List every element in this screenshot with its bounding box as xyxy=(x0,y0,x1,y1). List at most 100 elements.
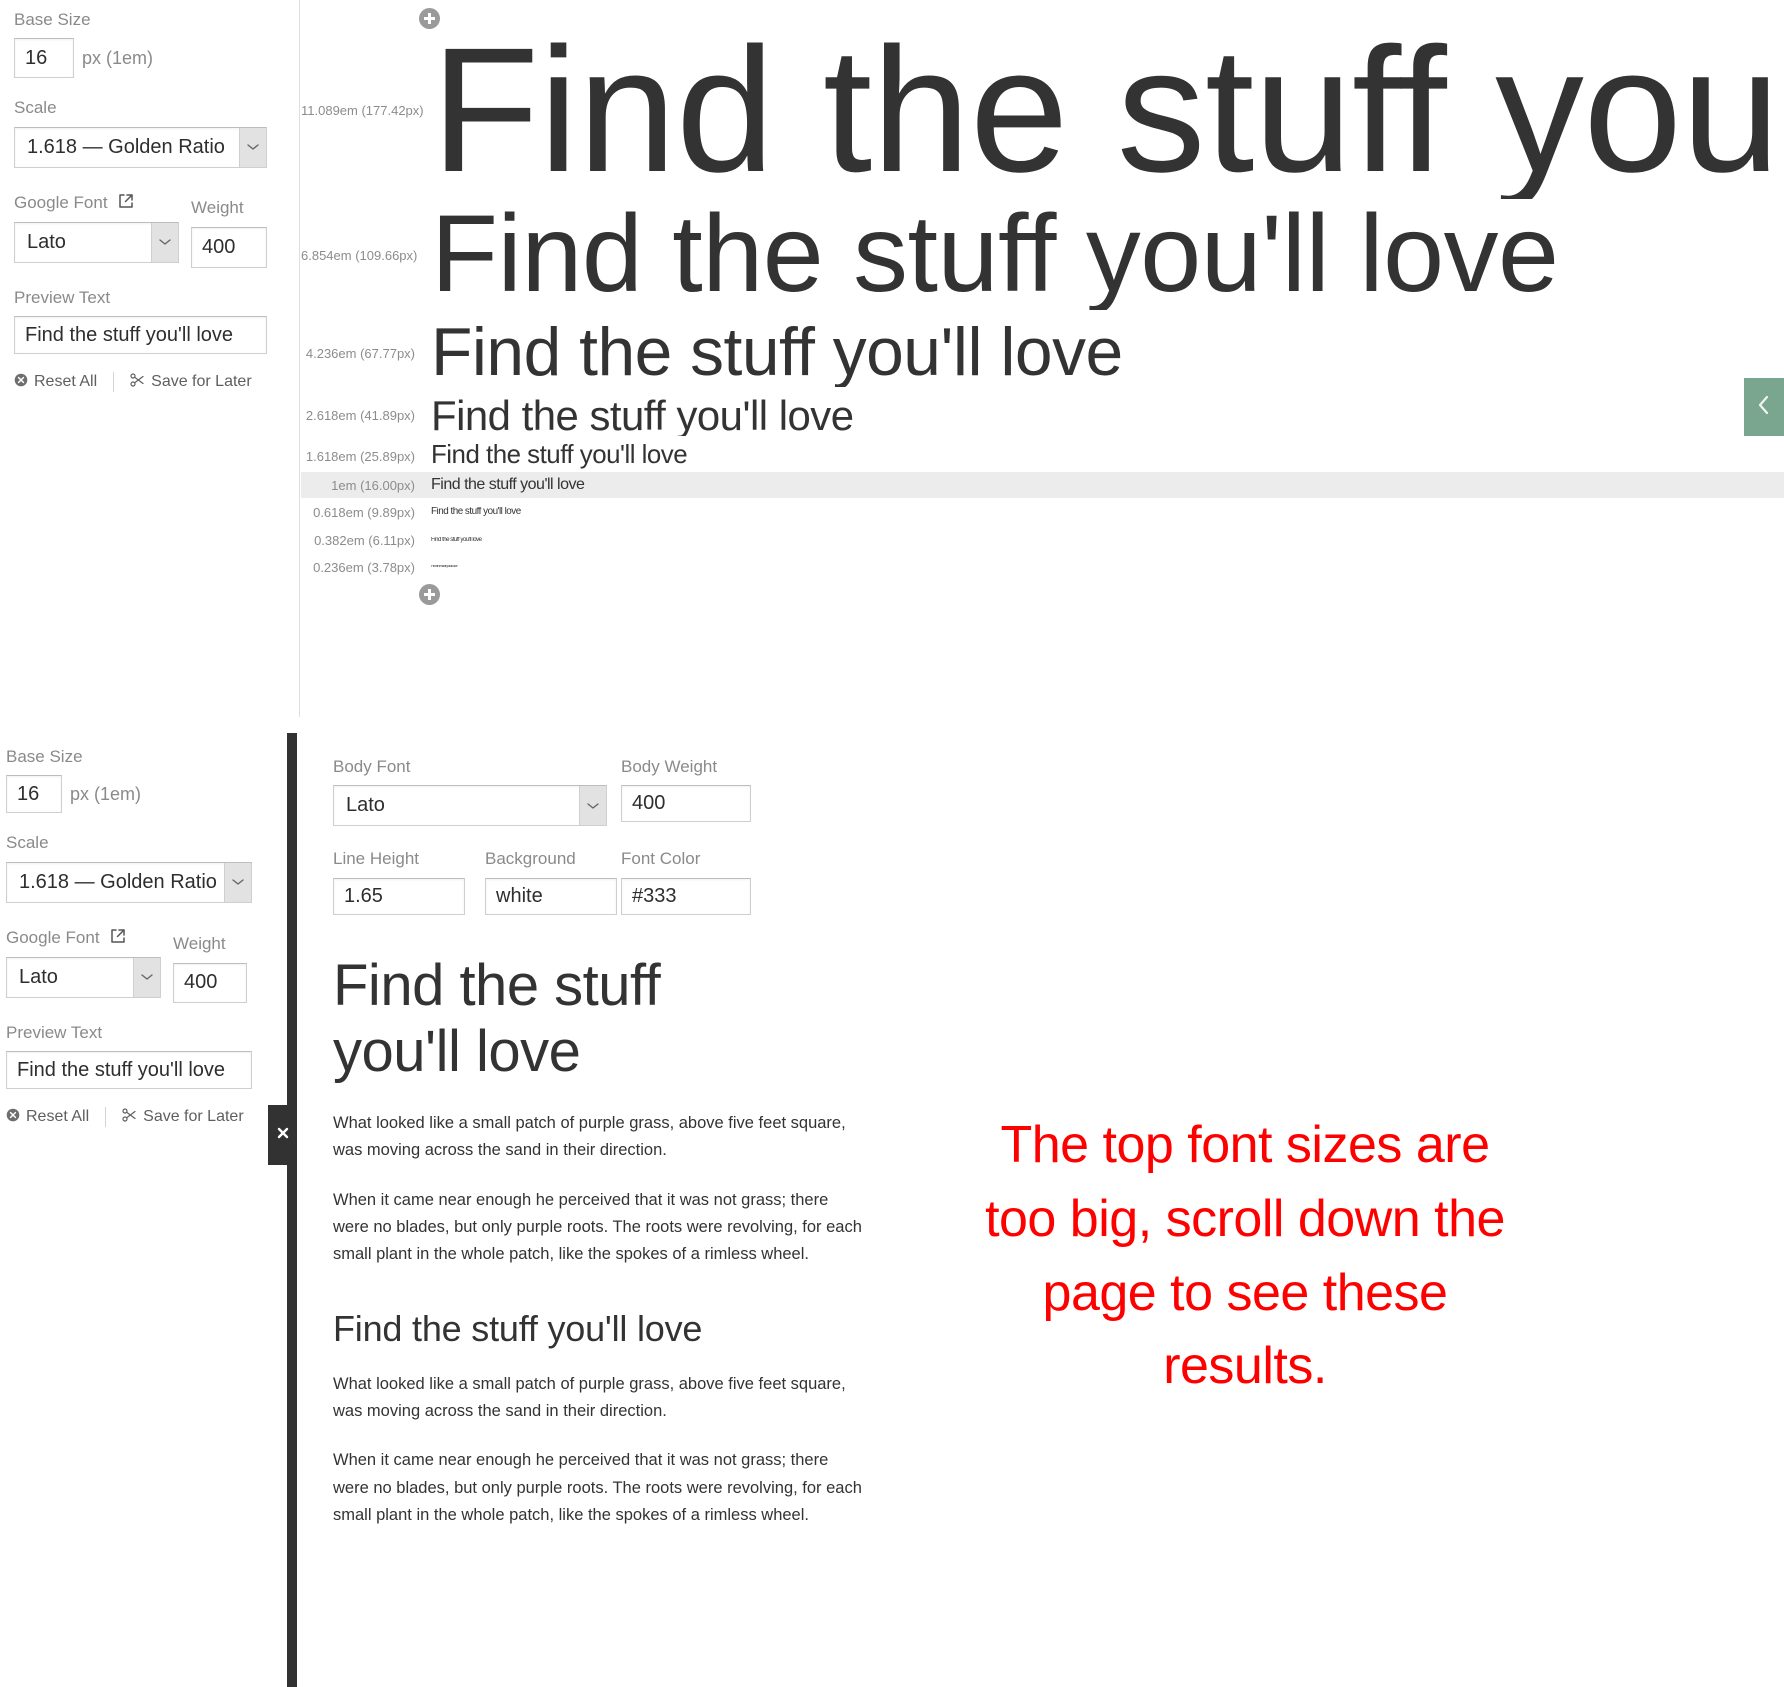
scale-row-sample: Find the stuff you'll love xyxy=(431,565,458,569)
external-link-icon[interactable] xyxy=(110,928,126,949)
font-weight-group: Google Font Lato Weight 400 xyxy=(14,193,285,268)
chevron-down-icon xyxy=(133,957,160,997)
chevron-down-icon xyxy=(579,786,606,826)
weight-label: Weight xyxy=(173,934,226,954)
scale-row-sample: Find the stuff you'll love xyxy=(431,394,854,437)
weight-input[interactable] xyxy=(173,962,247,1003)
save-for-later-button[interactable]: Save for Later xyxy=(130,373,252,392)
scissors-icon xyxy=(122,1108,137,1127)
bottom-body-panel: Base Size px (1em) Scale 1.618 — Golden … xyxy=(0,733,1784,1687)
scale-row[interactable]: 11.089em (177.42px) Find the stuff you'l… xyxy=(301,21,1784,198)
scale-row[interactable]: 0.236em (3.78px) Find the stuff you'll l… xyxy=(301,554,1784,580)
scale-row-sample: Find the stuff you'll love xyxy=(431,319,1123,387)
scale-row-size-label: 0.618em (9.89px) xyxy=(313,504,415,520)
reset-all-button[interactable]: Reset All xyxy=(6,1108,89,1127)
save-for-later-button[interactable]: Save for Later xyxy=(122,1108,244,1127)
scale-select[interactable]: 1.618 — Golden Ratio xyxy=(6,861,252,903)
base-size-unit: px (1em) xyxy=(70,783,142,804)
line-height-input[interactable] xyxy=(333,877,465,915)
preview-text-input[interactable] xyxy=(6,1051,252,1090)
background-input[interactable] xyxy=(485,877,617,915)
body-weight-input[interactable] xyxy=(621,785,751,823)
scale-row-size-label: 2.618em (41.89px) xyxy=(305,408,415,423)
font-color-input[interactable] xyxy=(621,877,751,915)
save-for-later-label: Save for Later xyxy=(143,1108,244,1126)
type-scale-preview: 11.089em (177.42px) Find the stuff you'l… xyxy=(301,0,1784,717)
scale-row[interactable]: 1.618em (25.89px) Find the stuff you'll … xyxy=(301,440,1784,472)
base-size-label: Base Size xyxy=(6,747,83,766)
scale-row-size-label: 0.382em (6.11px) xyxy=(314,532,415,548)
google-font-select[interactable]: Lato xyxy=(6,956,161,998)
scale-row-sample: Find the stuff you'll love xyxy=(431,443,688,469)
body-preview-heading-1: Find the stuff you'll love xyxy=(333,952,661,1085)
scale-row[interactable]: 2.618em (41.89px) Find the stuff you'll … xyxy=(301,391,1784,440)
base-size-input[interactable] xyxy=(6,775,62,814)
body-weight-label: Body Weight xyxy=(621,757,718,776)
scale-row-sample: Find the stuff you'll love xyxy=(431,536,482,543)
reset-icon xyxy=(14,373,28,392)
chevron-down-icon xyxy=(239,127,266,167)
save-for-later-label: Save for Later xyxy=(151,373,252,391)
google-font-label: Google Font xyxy=(14,193,108,213)
scale-row-size-label: 6.854em (109.66px) xyxy=(301,247,418,263)
preview-text-input[interactable] xyxy=(14,316,267,355)
body-preview-paragraph: What looked like a small patch of purple… xyxy=(333,1114,846,1160)
scale-row-sample: Find the stuff you'll love xyxy=(431,200,1559,310)
reset-icon xyxy=(6,1108,20,1127)
close-panel-button[interactable] xyxy=(268,1105,297,1165)
reset-all-label: Reset All xyxy=(34,373,98,391)
scale-row-size-label: 4.236em (67.77px) xyxy=(305,345,415,361)
line-height-label: Line Height xyxy=(333,849,420,869)
base-size-input[interactable] xyxy=(14,38,74,79)
google-font-label: Google Font xyxy=(6,928,100,948)
reset-all-label: Reset All xyxy=(26,1108,90,1126)
scale-row-size-label: 11.089em (177.42px) xyxy=(301,102,424,118)
sidebar-footer-actions: Reset All Save for Later xyxy=(6,1107,277,1128)
body-preview-paragraph: When it came near enough he perceived th… xyxy=(333,1451,862,1524)
scale-row[interactable]: 4.236em (67.77px) Find the stuff you'll … xyxy=(301,315,1784,391)
chevron-down-icon xyxy=(151,222,178,262)
scale-row[interactable]: 0.382em (6.11px) Find the stuff you'll l… xyxy=(301,526,1784,554)
weight-input[interactable] xyxy=(191,226,267,268)
scale-select[interactable]: 1.618 — Golden Ratio xyxy=(14,126,267,168)
google-font-select[interactable]: Lato xyxy=(14,221,179,263)
external-link-icon[interactable] xyxy=(118,193,134,214)
font-weight-group: Google Font Lato Weight 400 xyxy=(6,928,277,1003)
footer-divider xyxy=(105,1107,107,1128)
panel-toggle-tab[interactable] xyxy=(1744,378,1784,436)
preview-text-label: Preview Text xyxy=(6,1022,103,1042)
top-typescale-panel: Base Size px (1em) Scale 1.618 — Golden … xyxy=(0,0,1784,717)
reset-all-button[interactable]: Reset All xyxy=(14,373,97,392)
scale-row[interactable]: 0.618em (9.89px) Find the stuff you'll l… xyxy=(301,498,1784,526)
preview-text-group: Preview Text xyxy=(6,1022,277,1090)
body-preview-paragraph: What looked like a small patch of purple… xyxy=(333,1375,846,1421)
scale-select-value: 1.618 — Golden Ratio xyxy=(6,861,252,903)
sidebar-footer-actions: Reset All Save for Later xyxy=(14,372,285,393)
body-preview-paragraph: When it came near enough he perceived th… xyxy=(333,1190,862,1264)
base-size-label: Base Size xyxy=(14,10,91,29)
scale-row-sample: Find the stuff you'll love xyxy=(431,507,521,517)
base-size-group: Base Size px (1em) xyxy=(6,747,277,814)
background-label: Background xyxy=(485,849,576,869)
scale-row[interactable]: 6.854em (109.66px) Find the stuff you'll… xyxy=(301,195,1784,315)
scale-label: Scale xyxy=(14,98,57,118)
close-icon xyxy=(276,1126,290,1145)
footer-divider xyxy=(113,372,115,393)
scale-group: Scale 1.618 — Golden Ratio xyxy=(14,98,285,172)
font-color-label: Font Color xyxy=(621,849,701,869)
scale-row-sample: Find the stuff you'll love xyxy=(431,477,585,493)
body-font-select[interactable]: Lato xyxy=(333,785,607,827)
scale-row-selected[interactable]: 1em (16.00px) Find the stuff you'll love xyxy=(301,472,1784,498)
scale-row-size-label: 1.618em (25.89px) xyxy=(305,448,415,464)
scale-select-value: 1.618 — Golden Ratio xyxy=(14,126,267,168)
scale-row-sample: Find the stuff you'll love xyxy=(431,21,1784,199)
add-size-below-button[interactable] xyxy=(419,584,440,605)
preview-text-label: Preview Text xyxy=(14,287,111,307)
bottom-controls-sidebar: Base Size px (1em) Scale 1.618 — Golden … xyxy=(0,733,287,1687)
chevron-left-icon xyxy=(1756,393,1772,422)
base-size-group: Base Size px (1em) xyxy=(14,10,285,79)
chevron-down-icon xyxy=(224,862,251,902)
body-font-label: Body Font xyxy=(333,757,411,776)
panel-separator-bar xyxy=(287,733,297,1687)
scale-label: Scale xyxy=(6,833,49,853)
